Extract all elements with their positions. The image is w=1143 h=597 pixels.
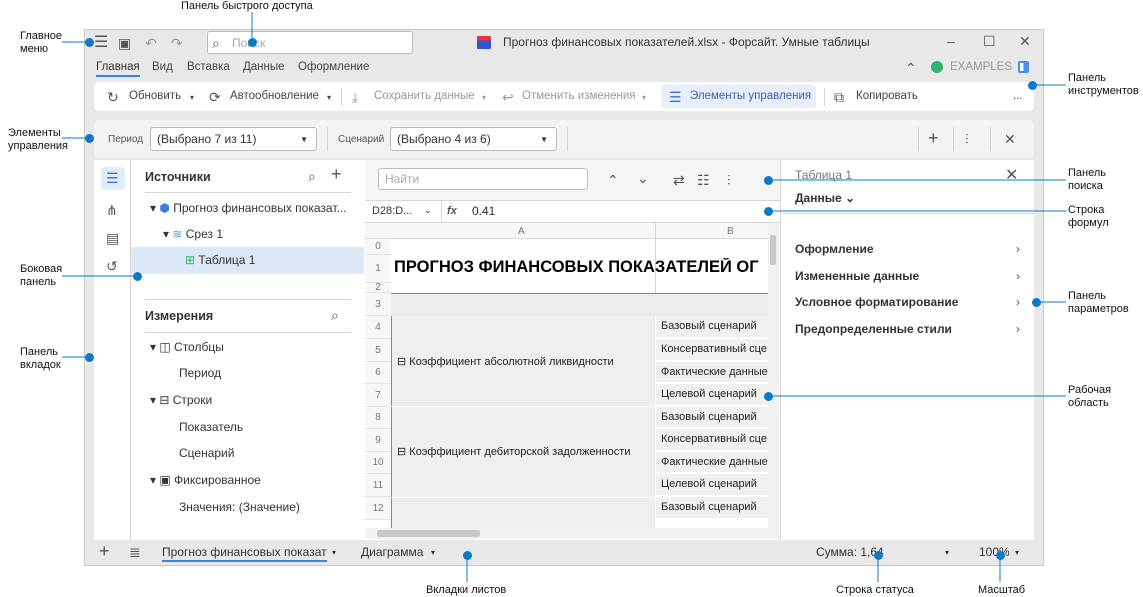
callout-search-panel: Панель поиска (1068, 167, 1107, 192)
callout-dot (764, 176, 773, 185)
callout-work-area: Рабочая область (1068, 384, 1112, 409)
callout-lines (62, 12, 1066, 582)
callout-side-panel: Боковая панель (20, 263, 63, 288)
callout-sheet-tabs: Вкладки листов (426, 584, 507, 596)
callout-main-menu: Главное меню (20, 30, 63, 55)
callout-dot (764, 207, 773, 216)
callout-dot (1032, 298, 1041, 307)
callout-quick-access: Панель быстрого доступа (181, 0, 313, 12)
callout-dot (85, 38, 94, 47)
callout-formula-bar: Строка формул (1068, 204, 1109, 229)
callout-dot (1028, 81, 1037, 90)
callout-dot (133, 272, 142, 281)
callout-tabs-panel: Панель вкладок (20, 346, 61, 371)
callout-dot (874, 551, 883, 560)
callout-dot (248, 38, 257, 47)
callout-dot (85, 134, 94, 143)
callout-controls: Элементы управления (8, 127, 68, 152)
callout-dot (764, 392, 773, 401)
callout-toolbar: Панель инструментов (1068, 72, 1139, 97)
callout-dot (85, 353, 94, 362)
callout-params-panel: Панель параметров (1068, 290, 1129, 315)
callout-dot (996, 551, 1005, 560)
callout-status-bar: Строка статуса (836, 584, 914, 596)
callout-dot (463, 551, 472, 560)
callout-zoom: Масштаб (978, 584, 1026, 596)
